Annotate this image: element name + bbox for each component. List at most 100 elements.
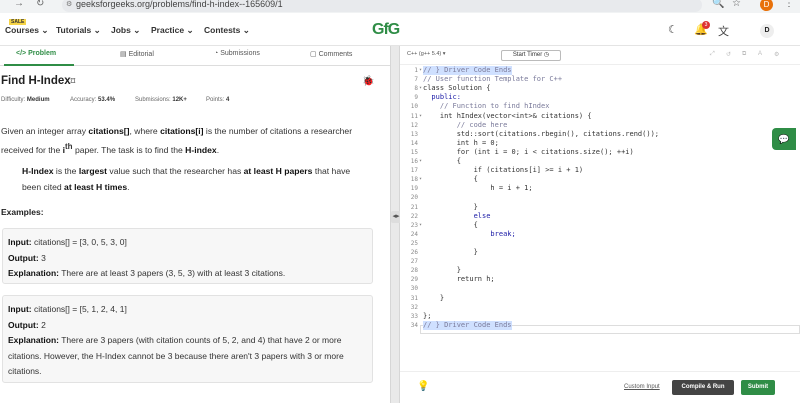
code-text: } bbox=[423, 248, 478, 256]
code-text: if (citations[i] >= i + 1) bbox=[423, 166, 584, 175]
code-text: // code here bbox=[423, 120, 508, 129]
fold-arrow-icon[interactable]: ▾ bbox=[419, 221, 422, 230]
browser-profile-avatar[interactable]: D bbox=[760, 0, 773, 11]
code-text: // Function to find hIndex bbox=[423, 102, 550, 111]
nav-practice[interactable]: Practice ⌄ bbox=[151, 25, 194, 36]
example-explanation: Explanation: There are at least 3 papers… bbox=[8, 266, 367, 282]
custom-input-link[interactable]: Custom Input bbox=[624, 384, 660, 390]
editorial-icon: ▤ bbox=[120, 51, 127, 58]
example-explanation: Explanation: There are 3 papers (with ci… bbox=[8, 333, 367, 380]
desc-text: value such that the researcher has bbox=[107, 166, 244, 176]
settings-icon[interactable]: ⚙ bbox=[774, 51, 779, 58]
code-editor[interactable]: 1 ▾// } Driver Code Ends 7// User function… bbox=[400, 66, 800, 366]
input-value: citations[] = [5, 1, 2, 4, 1] bbox=[33, 304, 127, 314]
nav-courses[interactable]: Courses ⌄ bbox=[5, 25, 49, 36]
desc-text: is the bbox=[53, 166, 79, 176]
gfg-logo[interactable]: GfG bbox=[372, 21, 400, 39]
copy-icon[interactable]: ⧉ bbox=[742, 51, 746, 58]
points-label: Points: bbox=[206, 97, 225, 103]
line-number: 23 bbox=[410, 221, 418, 229]
back-arrow-icon[interactable]: → bbox=[14, 0, 24, 9]
code-text: class Solution { bbox=[423, 84, 491, 93]
code-text: std::sort(citations.rbegin(), citations.… bbox=[423, 129, 660, 138]
line-number: 34 bbox=[410, 321, 418, 329]
line-number: 29 bbox=[410, 276, 418, 284]
start-timer-button[interactable]: Start Timer ◷ bbox=[501, 50, 561, 61]
tab-comments[interactable]: ▢ Comments bbox=[310, 50, 352, 58]
code-text: { bbox=[423, 220, 478, 229]
desc-text: citations[] bbox=[88, 126, 130, 136]
fold-arrow-icon[interactable]: ▾ bbox=[419, 175, 422, 184]
submissions-count: Submissions: 12K+ bbox=[135, 97, 187, 103]
tab-comments-label: Comments bbox=[318, 51, 353, 58]
dark-mode-icon[interactable]: ☾ bbox=[668, 23, 678, 36]
tab-editorial-label: Editorial bbox=[128, 51, 154, 58]
line-number: 11 bbox=[410, 112, 418, 120]
code-text: public: bbox=[423, 93, 461, 102]
fold-arrow-icon[interactable]: ▾ bbox=[419, 84, 422, 93]
reset-icon[interactable]: ↺ bbox=[726, 51, 731, 58]
compile-run-button[interactable]: Compile & Run bbox=[672, 380, 734, 395]
submit-button[interactable]: Submit bbox=[741, 380, 775, 395]
font-size-icon[interactable]: A bbox=[758, 51, 762, 57]
output-label: Output: bbox=[8, 319, 39, 330]
chat-icon[interactable]: 💬 bbox=[772, 128, 796, 150]
fold-arrow-icon[interactable]: ▾ bbox=[419, 66, 422, 75]
example-input: Input: citations[] = [5, 1, 2, 4, 1] bbox=[8, 302, 367, 318]
output-label: Output: bbox=[8, 252, 39, 263]
panel-resizer[interactable]: ◂▸ bbox=[390, 46, 401, 403]
language-select[interactable]: C++ (g++ 5.4) ▾ bbox=[407, 51, 446, 57]
chevron-down-icon: ▾ bbox=[442, 51, 446, 57]
report-bug-icon[interactable]: 🐞 bbox=[362, 76, 374, 87]
hint-bulb-icon[interactable]: 💡 bbox=[417, 381, 429, 392]
line-number: 8 bbox=[414, 85, 418, 93]
desc-text: paper. The task is to find the bbox=[72, 144, 186, 155]
nav-tutorials[interactable]: Tutorials ⌄ bbox=[56, 25, 101, 36]
reload-icon[interactable]: ↻ bbox=[36, 0, 44, 9]
problem-tabs: </> Problem ▤ Editorial ◔ Submissions ▢ … bbox=[0, 46, 390, 66]
chevron-down-icon: ⌄ bbox=[242, 25, 250, 35]
editor-footer: 💡 Custom Input Compile & Run Submit bbox=[400, 371, 800, 403]
h-index-definition: H-Index is the largest value such that t… bbox=[22, 163, 362, 195]
site-info-icon[interactable]: ⚙ bbox=[66, 0, 72, 11]
fold-arrow-icon[interactable]: ▾ bbox=[419, 112, 422, 121]
line-number: 32 bbox=[410, 303, 418, 311]
accuracy-label: Accuracy: bbox=[70, 97, 97, 103]
nav-contests[interactable]: Contests ⌄ bbox=[204, 25, 250, 36]
explanation-label: Explanation: bbox=[8, 335, 60, 345]
chevron-down-icon: ⌄ bbox=[186, 25, 194, 35]
difficulty: Difficulty: Medium bbox=[1, 97, 50, 103]
line-number: 24 bbox=[410, 230, 418, 238]
tab-submissions[interactable]: ◔ Submissions bbox=[214, 50, 260, 57]
line-number: 13 bbox=[410, 130, 418, 138]
nav-jobs[interactable]: Jobs ⌄ bbox=[111, 25, 140, 36]
address-bar[interactable]: ⚙ geeksforgeeks.org/problems/find-h-inde… bbox=[62, 0, 702, 12]
fullscreen-icon[interactable]: ⤢ bbox=[710, 51, 715, 58]
example-2: Input: citations[] = [5, 1, 2, 4, 1] Out… bbox=[2, 295, 373, 383]
code-text: // } Driver Code Ends bbox=[423, 66, 512, 75]
translate-icon[interactable]: 文 bbox=[718, 23, 729, 39]
browser-menu-icon[interactable]: ⋮ bbox=[784, 0, 794, 9]
start-timer-label: Start Timer bbox=[512, 52, 543, 58]
line-number: 12 bbox=[410, 121, 418, 129]
tab-editorial[interactable]: ▤ Editorial bbox=[120, 50, 154, 58]
input-label: Input: bbox=[8, 304, 32, 314]
tab-problem[interactable]: </> Problem bbox=[16, 50, 56, 57]
nav-jobs-label: Jobs bbox=[111, 25, 131, 35]
zoom-icon[interactable]: 🔍 bbox=[712, 0, 724, 9]
line-number: 31 bbox=[410, 294, 418, 302]
desc-text: citations[i] bbox=[160, 126, 204, 136]
nav-tutorials-label: Tutorials bbox=[56, 25, 92, 35]
code-icon: </> bbox=[16, 50, 27, 57]
user-avatar[interactable]: D bbox=[760, 24, 774, 38]
input-value: citations[] = [3, 0, 5, 3, 0] bbox=[33, 237, 127, 247]
explanation-value: There are 3 papers (with citation counts… bbox=[8, 335, 344, 376]
code-text: break; bbox=[423, 229, 516, 238]
bookmark-star-icon[interactable]: ☆ bbox=[732, 0, 741, 9]
bookmark-icon[interactable]: ⌑ bbox=[71, 76, 76, 86]
chevron-down-icon: ⌄ bbox=[93, 25, 101, 35]
site-header: SALE Courses ⌄ Tutorials ⌄ Jobs ⌄ Practi… bbox=[0, 13, 800, 46]
problem-title: Find H-Index⌑ bbox=[1, 75, 75, 87]
line-number: 20 bbox=[410, 194, 418, 202]
fold-arrow-icon[interactable]: ▾ bbox=[419, 157, 422, 166]
